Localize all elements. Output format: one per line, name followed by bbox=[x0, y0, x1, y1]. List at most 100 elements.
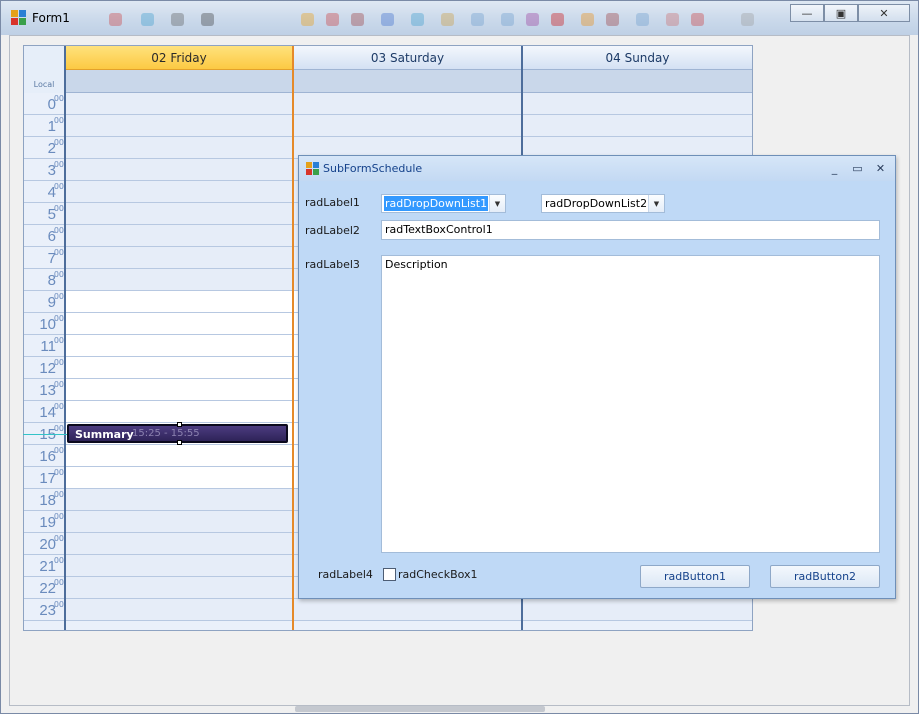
hour-minutes: 00 bbox=[53, 534, 64, 543]
subform-maximize-icon[interactable]: ▭ bbox=[849, 160, 866, 176]
hour-minutes: 00 bbox=[53, 490, 64, 499]
day-header[interactable]: 03 Saturday bbox=[294, 46, 521, 70]
hour-label: 2 00 bbox=[24, 137, 65, 159]
hour-label: 16 00 bbox=[24, 445, 65, 467]
close-button[interactable]: ✕ bbox=[858, 4, 910, 22]
hour-label: 8 00 bbox=[24, 269, 65, 291]
hour-label: 13 00 bbox=[24, 379, 65, 401]
subform-caption-buttons: _ ▭ ✕ bbox=[826, 160, 889, 176]
text-box[interactable]: radTextBoxControl1 bbox=[381, 220, 880, 240]
description-textarea[interactable]: Description bbox=[381, 255, 880, 553]
subform-minimize-icon[interactable]: _ bbox=[826, 160, 843, 176]
button-2[interactable]: radButton2 bbox=[770, 565, 880, 588]
label-4: radLabel4 bbox=[318, 568, 373, 581]
time-slot-row[interactable] bbox=[65, 599, 752, 621]
time-slot-row[interactable] bbox=[65, 115, 752, 137]
appointment[interactable]: Summary 15:25 - 15:55 bbox=[67, 422, 288, 445]
checkbox-label[interactable]: radCheckBox1 bbox=[398, 568, 478, 581]
column-separator-selected bbox=[292, 46, 294, 630]
hour-minutes: 00 bbox=[53, 292, 64, 301]
hour-minutes: 00 bbox=[53, 182, 64, 191]
subform-title-bar[interactable]: SubFormSchedule _ ▭ ✕ bbox=[299, 156, 895, 181]
hour-label: 17 00 bbox=[24, 467, 65, 489]
maximize-icon: ▣ bbox=[835, 6, 847, 20]
hour-label: 4 00 bbox=[24, 181, 65, 203]
button-1[interactable]: radButton1 bbox=[640, 565, 750, 588]
title-bar[interactable]: Form1 — ▣ ✕ bbox=[1, 1, 918, 35]
hour-minutes: 00 bbox=[53, 336, 64, 345]
hour-label: 5 00 bbox=[24, 203, 65, 225]
dropdown-list-2[interactable]: radDropDownList2 ▼ bbox=[541, 194, 665, 213]
hour-minutes: 00 bbox=[53, 204, 64, 213]
hour-minutes: 00 bbox=[53, 556, 64, 565]
hour-label: 0 00 bbox=[24, 93, 65, 115]
hour-minutes: 00 bbox=[53, 116, 64, 125]
hour-minutes: 00 bbox=[53, 446, 64, 455]
app-icon bbox=[11, 10, 27, 26]
window-title: Form1 bbox=[32, 11, 70, 25]
day-header[interactable]: 02 Friday bbox=[66, 46, 292, 70]
resize-handle-top[interactable] bbox=[177, 422, 182, 427]
hour-minutes: 00 bbox=[53, 380, 64, 389]
all-day-area[interactable] bbox=[523, 70, 752, 93]
hour-minutes: 00 bbox=[53, 94, 64, 103]
subform-title: SubFormSchedule bbox=[323, 162, 423, 175]
hour-minutes: 00 bbox=[53, 270, 64, 279]
hour-minutes: 00 bbox=[53, 468, 64, 477]
chevron-down-icon[interactable]: ▼ bbox=[489, 195, 505, 212]
hour-minutes: 00 bbox=[53, 138, 64, 147]
hour-minutes: 00 bbox=[53, 358, 64, 367]
checkbox[interactable] bbox=[383, 568, 396, 581]
minimize-button[interactable]: — bbox=[790, 4, 824, 22]
timezone-label: Local bbox=[33, 80, 55, 89]
caption-buttons: — ▣ ✕ bbox=[790, 4, 910, 22]
hour-minutes: 00 bbox=[53, 160, 64, 169]
timezone-header: Local bbox=[24, 46, 65, 93]
hour-minutes: 00 bbox=[53, 578, 64, 587]
subform-icon bbox=[306, 162, 319, 175]
hour-label: 3 00 bbox=[24, 159, 65, 181]
hour-label: 19 00 bbox=[24, 511, 65, 533]
hour-label: 10 00 bbox=[24, 313, 65, 335]
hour-minutes: 00 bbox=[53, 424, 64, 433]
hour-label: 9 00 bbox=[24, 291, 65, 313]
hour-minutes: 00 bbox=[53, 600, 64, 609]
subform-close-icon[interactable]: ✕ bbox=[872, 160, 889, 176]
column-separator bbox=[64, 46, 66, 630]
hour-label: 6 00 bbox=[24, 225, 65, 247]
dropdown-list-1[interactable]: radDropDownList1 ▼ bbox=[381, 194, 506, 213]
hour-label: 12 00 bbox=[24, 357, 65, 379]
hour-minutes: 00 bbox=[53, 314, 64, 323]
hour-minutes: 00 bbox=[53, 402, 64, 411]
minimize-icon: — bbox=[801, 6, 813, 20]
dropdown-1-value: radDropDownList1 bbox=[384, 196, 489, 211]
maximize-button[interactable]: ▣ bbox=[824, 4, 858, 22]
day-header[interactable]: 04 Sunday bbox=[523, 46, 752, 70]
hour-minutes: 00 bbox=[53, 512, 64, 521]
horizontal-scrollbar[interactable] bbox=[295, 706, 545, 712]
subform-window: SubFormSchedule _ ▭ ✕ radLabel1 radDropD… bbox=[298, 155, 896, 599]
appointment-summary: Summary bbox=[75, 428, 134, 441]
label-1: radLabel1 bbox=[305, 196, 360, 209]
hour-label: 20 00 bbox=[24, 533, 65, 555]
hour-minutes: 00 bbox=[53, 226, 64, 235]
taskbar-ghost-icons bbox=[61, 11, 821, 27]
hour-label: 7 00 bbox=[24, 247, 65, 269]
all-day-area[interactable] bbox=[66, 70, 292, 93]
hour-minutes: 00 bbox=[53, 248, 64, 257]
time-slot-row[interactable] bbox=[65, 93, 752, 115]
hour-label: 18 00 bbox=[24, 489, 65, 511]
hour-label: 1 00 bbox=[24, 115, 65, 137]
appointment-time: 15:25 - 15:55 bbox=[132, 428, 200, 439]
label-2: radLabel2 bbox=[305, 224, 360, 237]
hour-label: 21 00 bbox=[24, 555, 65, 577]
all-day-area[interactable] bbox=[294, 70, 521, 93]
chevron-down-icon[interactable]: ▼ bbox=[648, 195, 664, 212]
resize-handle-bottom[interactable] bbox=[177, 440, 182, 445]
hour-label: 14 00 bbox=[24, 401, 65, 423]
dropdown-2-value: radDropDownList2 bbox=[545, 197, 648, 210]
hour-label: 11 00 bbox=[24, 335, 65, 357]
label-3: radLabel3 bbox=[305, 258, 360, 271]
hour-label: 23 00 bbox=[24, 599, 65, 621]
hour-label: 22 00 bbox=[24, 577, 65, 599]
